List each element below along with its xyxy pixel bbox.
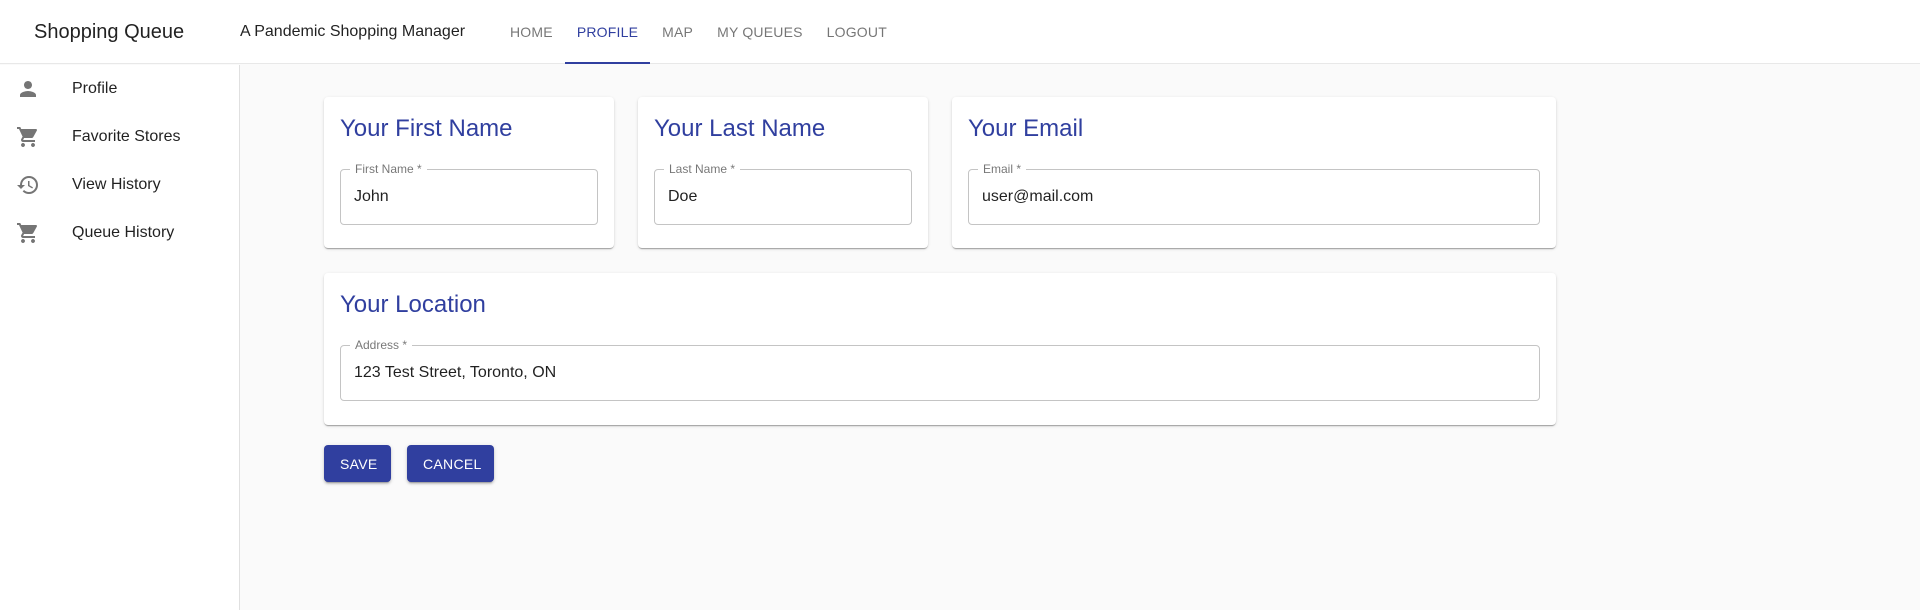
app-bar: Shopping Queue A Pandemic Shopping Manag…: [0, 0, 1920, 64]
first-name-input[interactable]: [354, 188, 584, 206]
app-title: Shopping Queue: [34, 20, 185, 43]
tab-profile[interactable]: PROFILE: [564, 0, 651, 64]
cancel-button[interactable]: CANCEL: [407, 445, 494, 482]
email-label: Email *: [978, 162, 1027, 176]
app-subtitle: A Pandemic Shopping Manager: [240, 23, 466, 40]
address-field: Address *: [340, 338, 1540, 401]
cart-icon: [16, 125, 40, 149]
sidebar-item-favorite-stores[interactable]: Favorite Stores: [0, 113, 239, 161]
sidebar-item-label: View History: [72, 176, 161, 193]
sidebar-item-label: Favorite Stores: [72, 128, 181, 145]
sidebar-item-view-history[interactable]: View History: [0, 161, 239, 209]
last-name-label: Last Name *: [664, 162, 741, 176]
address-label: Address *: [350, 338, 413, 352]
sidebar: Profile Favorite Stores View History Que…: [0, 65, 240, 610]
email-title: Your Email: [968, 115, 1084, 142]
location-card: Your Location Address *: [324, 273, 1556, 425]
location-title: Your Location: [340, 291, 486, 318]
tab-home[interactable]: HOME: [498, 0, 565, 64]
tab-map[interactable]: MAP: [650, 0, 705, 64]
save-button[interactable]: SAVE: [324, 445, 391, 482]
last-name-title: Your Last Name: [654, 115, 826, 142]
first-name-card: Your First Name First Name *: [324, 97, 614, 248]
sidebar-item-label: Queue History: [72, 224, 175, 241]
first-name-title: Your First Name: [340, 115, 513, 142]
top-nav: HOME PROFILE MAP MY QUEUES LOGOUT: [498, 0, 899, 64]
person-icon: [16, 77, 40, 101]
tab-logout[interactable]: LOGOUT: [815, 0, 899, 64]
cart-icon: [16, 221, 40, 245]
last-name-field: Last Name *: [654, 162, 912, 225]
sidebar-item-profile[interactable]: Profile: [0, 65, 239, 113]
last-name-card: Your Last Name Last Name *: [638, 97, 928, 248]
tab-my-queues[interactable]: MY QUEUES: [705, 0, 815, 64]
first-name-label: First Name *: [350, 162, 427, 176]
first-name-field: First Name *: [340, 162, 598, 225]
email-input[interactable]: [982, 188, 1526, 206]
email-field: Email *: [968, 162, 1540, 225]
sidebar-item-queue-history[interactable]: Queue History: [0, 209, 239, 257]
history-icon: [16, 173, 40, 197]
sidebar-item-label: Profile: [72, 80, 118, 97]
address-input[interactable]: [354, 364, 1526, 382]
last-name-input[interactable]: [668, 188, 898, 206]
email-card: Your Email Email *: [952, 97, 1556, 248]
